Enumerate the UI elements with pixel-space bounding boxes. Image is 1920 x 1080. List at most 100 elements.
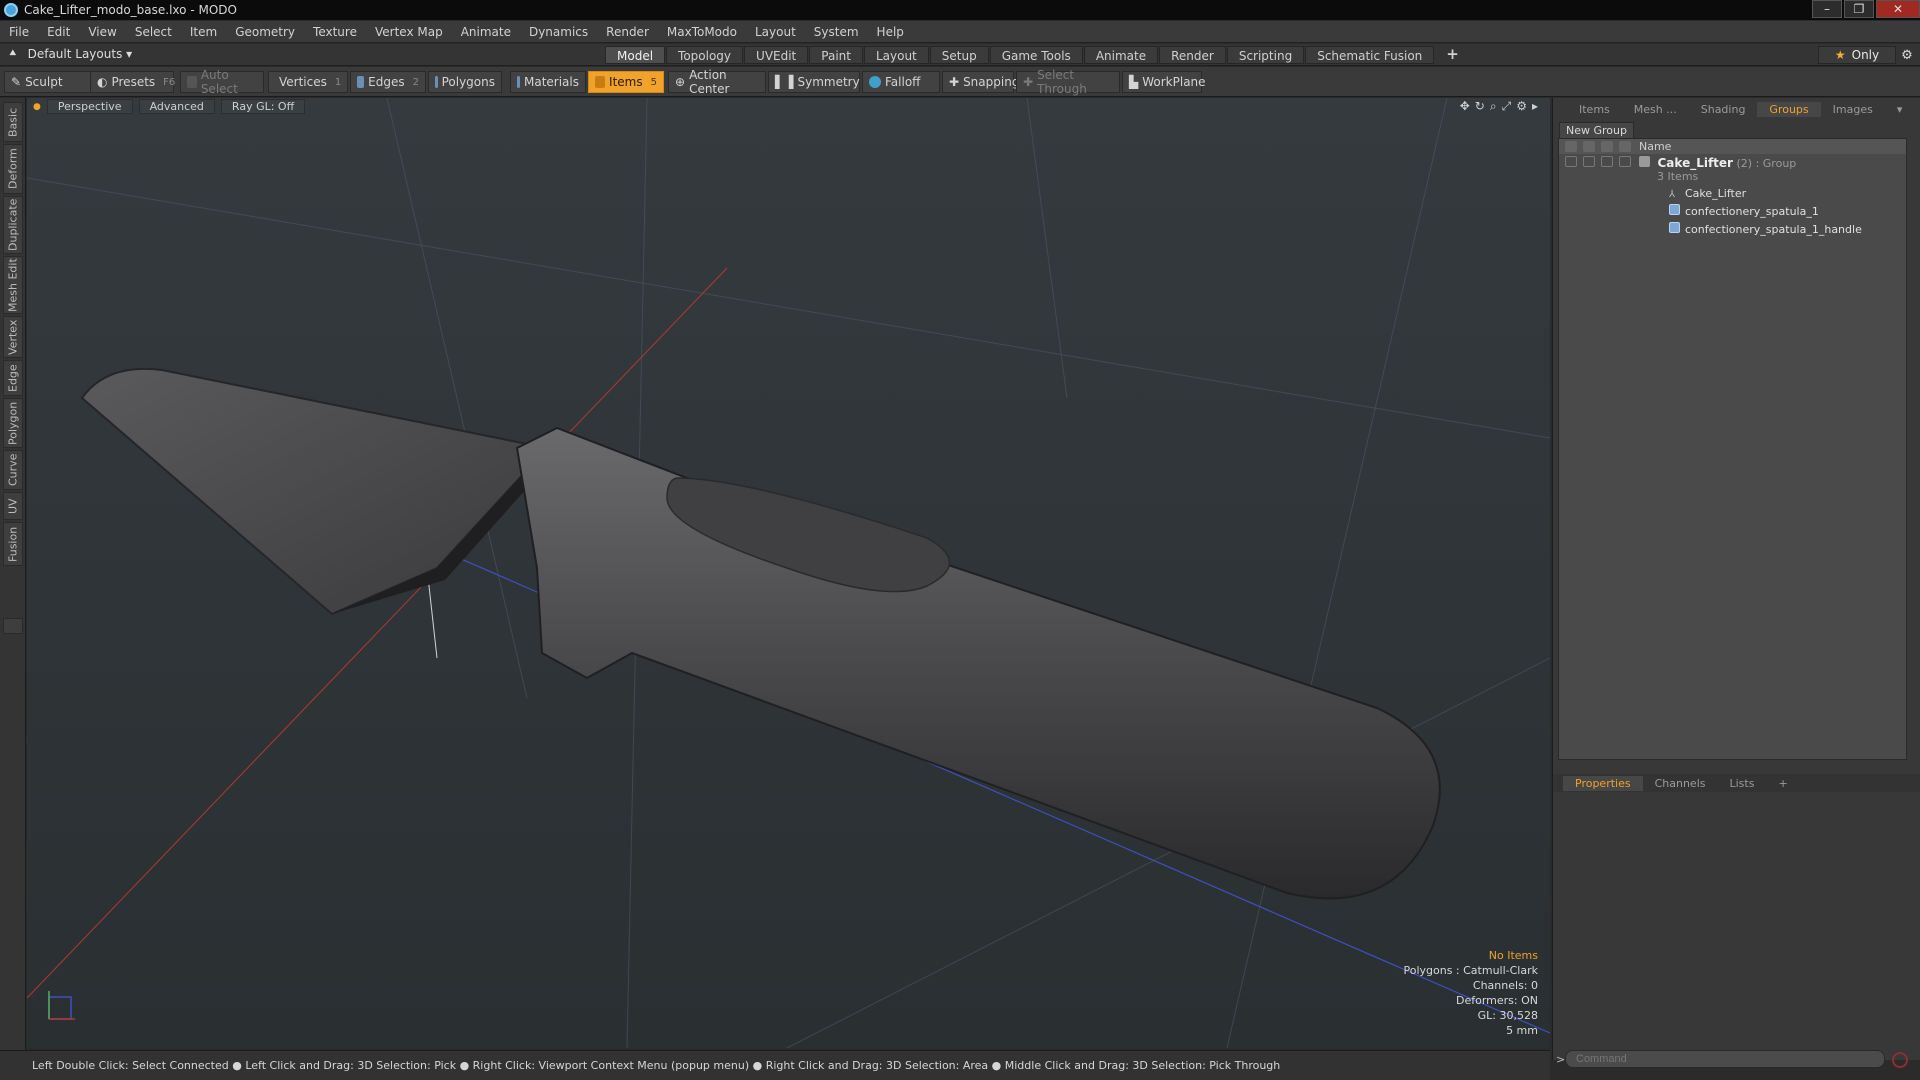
- group-eye-toggle[interactable]: [1565, 156, 1577, 167]
- tab-uvedit[interactable]: UVEdit: [744, 46, 809, 64]
- presets-button[interactable]: ◐ Presets F6: [90, 71, 175, 93]
- polygons-info: Polygons : Catmull-Clark: [1403, 964, 1538, 977]
- viewport-scene[interactable]: [27, 98, 1550, 1048]
- lock-icon[interactable]: [1601, 141, 1613, 152]
- tab-groups[interactable]: Groups: [1757, 101, 1821, 117]
- tabs-dropdown-icon[interactable]: ▾: [1885, 102, 1915, 117]
- rotate-icon[interactable]: ↻: [1475, 99, 1485, 114]
- menu-render[interactable]: Render: [597, 25, 658, 39]
- add-properties-tab[interactable]: +: [1766, 776, 1799, 791]
- layout-tabs: Model Topology UVEdit Paint Layout Setup…: [605, 46, 1471, 64]
- advanced-button[interactable]: Advanced: [138, 99, 215, 114]
- viewport-expand-icon[interactable]: ▸: [1532, 99, 1538, 114]
- symmetry-button[interactable]: ▌▐ Symmetry: [768, 71, 860, 93]
- menu-edit[interactable]: Edit: [38, 25, 79, 39]
- vtab-edge[interactable]: Edge: [3, 360, 23, 396]
- tab-animate[interactable]: Animate: [1083, 46, 1159, 64]
- eye-icon[interactable]: [1565, 141, 1577, 152]
- name-column-header[interactable]: Name: [1639, 140, 1671, 153]
- viewport-settings-icon[interactable]: ⚙: [1516, 99, 1527, 114]
- sculpt-button[interactable]: ✎ Sculpt: [4, 71, 92, 93]
- menu-system[interactable]: System: [805, 25, 868, 39]
- falloff-button[interactable]: Falloff: [862, 71, 940, 93]
- gear-icon[interactable]: ⚙: [1896, 46, 1918, 64]
- edges-button[interactable]: Edges 2: [350, 71, 426, 93]
- fit-icon[interactable]: ⤢: [1502, 99, 1512, 114]
- minimize-button[interactable]: –: [1812, 0, 1842, 18]
- polygons-button[interactable]: Polygons: [428, 71, 502, 93]
- menu-geometry[interactable]: Geometry: [226, 25, 304, 39]
- tab-items[interactable]: Items: [1567, 102, 1622, 117]
- workplane-button[interactable]: ▙ WorkPlane: [1122, 71, 1206, 93]
- vtab-uv[interactable]: UV: [3, 492, 23, 520]
- group-lock-toggle[interactable]: [1601, 156, 1613, 167]
- auto-select-icon: [187, 76, 197, 88]
- vtab-deform[interactable]: Deform: [3, 144, 23, 194]
- menu-view[interactable]: View: [79, 25, 125, 39]
- menu-layout[interactable]: Layout: [746, 25, 805, 39]
- tab-lists[interactable]: Lists: [1718, 776, 1767, 791]
- group-row[interactable]: Cake_Lifter (2) : Group 3 Items: [1559, 154, 1906, 184]
- menu-vertex-map[interactable]: Vertex Map: [366, 25, 452, 39]
- tab-paint[interactable]: Paint: [809, 46, 863, 64]
- select-icon[interactable]: [1619, 141, 1631, 152]
- tab-channels[interactable]: Channels: [1643, 776, 1718, 791]
- command-arrow-icon[interactable]: >: [1556, 1053, 1565, 1066]
- tab-mesh[interactable]: Mesh ...: [1622, 102, 1689, 117]
- tab-schematic-fusion[interactable]: Schematic Fusion: [1305, 46, 1435, 64]
- command-history-icon[interactable]: [1892, 1052, 1908, 1068]
- tab-properties[interactable]: Properties: [1563, 775, 1643, 791]
- expand-toggle[interactable]: [3, 618, 23, 634]
- command-input[interactable]: [1565, 1050, 1885, 1068]
- vtab-fusion[interactable]: Fusion: [3, 522, 23, 566]
- tab-shading[interactable]: Shading: [1689, 102, 1758, 117]
- tab-topology[interactable]: Topology: [666, 46, 744, 64]
- select-through-button[interactable]: ✚ Select Through: [1016, 68, 1120, 96]
- tab-render[interactable]: Render: [1159, 46, 1226, 64]
- tree-item[interactable]: confectionery_spatula_1: [1559, 202, 1906, 220]
- new-group-button[interactable]: New Group: [1559, 122, 1634, 139]
- perspective-button[interactable]: Perspective: [46, 99, 133, 114]
- menu-animate[interactable]: Animate: [452, 25, 520, 39]
- tab-scripting[interactable]: Scripting: [1226, 46, 1305, 64]
- vtab-curve[interactable]: Curve: [3, 450, 23, 490]
- menu-dynamics[interactable]: Dynamics: [520, 25, 597, 39]
- layout-selector[interactable]: ⯅ Default Layouts ▾: [8, 46, 132, 61]
- tree-item[interactable]: confectionery_spatula_1_handle: [1559, 220, 1906, 238]
- zoom-icon[interactable]: ⌕: [1490, 99, 1497, 114]
- pan-icon[interactable]: ✥: [1460, 99, 1470, 114]
- viewport-menu-dot[interactable]: ●: [33, 102, 41, 112]
- vtab-vertex[interactable]: Vertex: [3, 316, 23, 358]
- action-center-button[interactable]: ⊕ Action Center: [668, 68, 766, 96]
- vertices-button[interactable]: Vertices 1: [268, 71, 348, 93]
- snapping-button[interactable]: ✚ Snapping: [942, 71, 1019, 93]
- menu-maxtomodo[interactable]: MaxToModo: [658, 25, 746, 39]
- vtab-polygon[interactable]: Polygon: [3, 398, 23, 448]
- 3d-viewport[interactable]: ● Perspective Advanced Ray GL: Off ✥ ↻ ⌕…: [27, 98, 1550, 1048]
- materials-button[interactable]: Materials: [510, 71, 586, 93]
- auto-select-button[interactable]: Auto Select: [180, 68, 264, 96]
- tree-item[interactable]: ⅄ Cake_Lifter: [1559, 184, 1906, 202]
- menu-file[interactable]: File: [0, 25, 38, 39]
- maximize-button[interactable]: ❐: [1844, 0, 1874, 18]
- vtab-mesh-edit[interactable]: Mesh Edit: [3, 256, 23, 314]
- tab-layout[interactable]: Layout: [863, 46, 929, 64]
- tab-setup[interactable]: Setup: [929, 46, 989, 64]
- vtab-basic[interactable]: Basic: [3, 102, 23, 142]
- vtab-duplicate[interactable]: Duplicate: [3, 196, 23, 254]
- menu-help[interactable]: Help: [868, 25, 913, 39]
- items-button[interactable]: Items 5: [588, 71, 664, 93]
- tab-model[interactable]: Model: [605, 46, 666, 64]
- menu-select[interactable]: Select: [126, 25, 181, 39]
- raygl-button[interactable]: Ray GL: Off: [220, 99, 306, 114]
- add-tab-button[interactable]: +: [1435, 46, 1470, 64]
- menu-item[interactable]: Item: [181, 25, 226, 39]
- menu-texture[interactable]: Texture: [304, 25, 366, 39]
- tab-game-tools[interactable]: Game Tools: [989, 46, 1083, 64]
- close-button[interactable]: ✕: [1876, 0, 1920, 18]
- only-button[interactable]: ★ Only: [1818, 46, 1896, 64]
- group-select-toggle[interactable]: [1619, 156, 1631, 167]
- tab-images[interactable]: Images: [1821, 102, 1885, 117]
- group-render-toggle[interactable]: [1583, 156, 1595, 167]
- render-icon[interactable]: [1583, 141, 1595, 152]
